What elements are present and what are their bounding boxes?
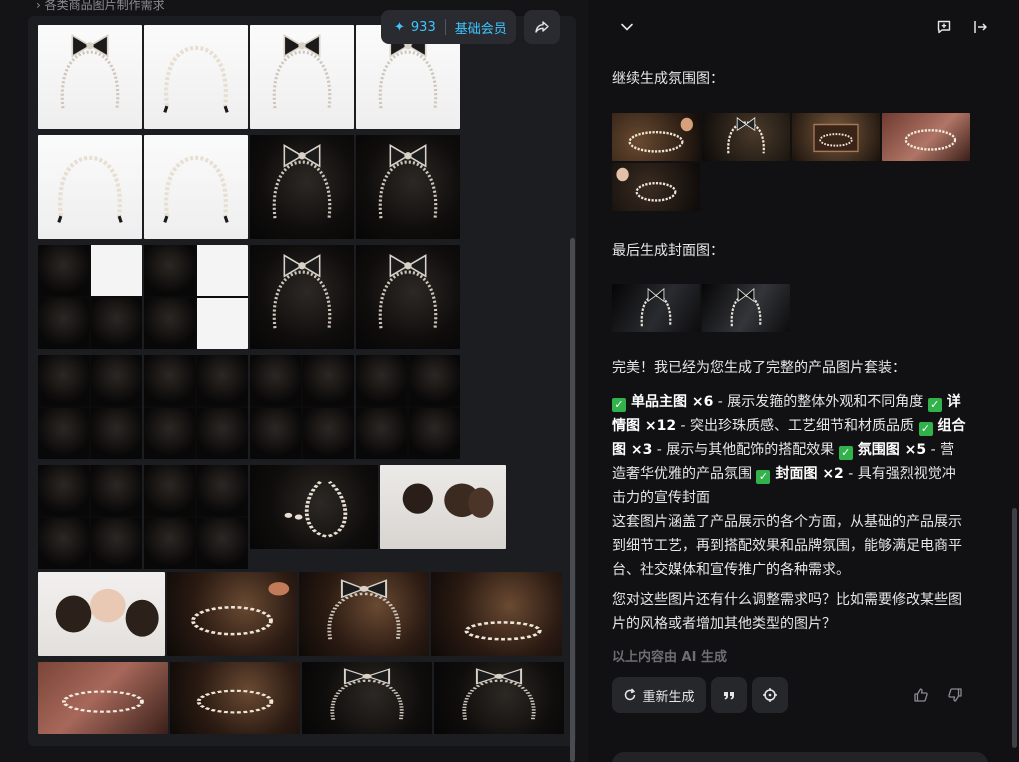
gallery-image[interactable]: [144, 135, 248, 239]
cover-image[interactable]: [702, 284, 790, 332]
gallery-image[interactable]: [170, 662, 300, 734]
atmosphere-image[interactable]: [882, 113, 970, 161]
atmosphere-image[interactable]: [792, 113, 880, 161]
share-button[interactable]: [524, 10, 560, 44]
gallery-image[interactable]: [250, 355, 354, 459]
atmosphere-image[interactable]: [612, 163, 700, 211]
gallery-scrollbar[interactable]: [570, 238, 575, 762]
gallery-image[interactable]: [250, 245, 354, 349]
gallery-image[interactable]: [431, 572, 562, 656]
gallery-image[interactable]: [38, 572, 165, 656]
check-icon: ✓: [918, 422, 933, 436]
divider: [444, 19, 446, 35]
gallery-panel: › 各类商品图片制作需求 ✦ 933 基础会员: [0, 0, 588, 762]
breadcrumb[interactable]: › 各类商品图片制作需求: [36, 0, 165, 13]
summary-list: ✓ 单品主图 ×6 - 展示发箍的整体外观和不同角度 ✓ 详情图 ×12 - 突出珍…: [612, 390, 968, 510]
gallery-row: [38, 355, 460, 459]
gallery-image[interactable]: [38, 135, 142, 239]
summary-item: ✓ 单品主图 ×6 - 展示发箍的整体外观和不同角度: [612, 394, 928, 412]
dislike-button[interactable]: [946, 686, 964, 704]
chat-panel: 继续生成氛围图： 最后生成封面图： 完美！我已经为您生成了完整的产品图片套装： …: [588, 0, 1019, 762]
atmosphere-title: 继续生成氛围图：: [612, 71, 724, 87]
atmosphere-image[interactable]: [702, 113, 790, 161]
sparkle-icon: ✦: [394, 19, 405, 35]
check-icon: ✓: [838, 446, 853, 460]
gallery-image[interactable]: [356, 245, 460, 349]
membership-tier: 基础会员: [454, 21, 507, 37]
chat-scrollbar[interactable]: [1012, 508, 1017, 748]
check-icon: ✓: [756, 470, 771, 484]
gallery-image[interactable]: [356, 135, 460, 239]
thumbs-down-icon: [948, 688, 962, 702]
image-gallery: [28, 16, 576, 746]
exit-button[interactable]: [969, 16, 991, 38]
question-paragraph: 您对这些图片还有什么调整需求吗？比如需要修改某些图片的风格或者增加其他类型的图片…: [612, 592, 962, 632]
share-icon: [535, 21, 549, 33]
cover-images: [612, 284, 790, 332]
chevron-down-icon: [621, 23, 633, 31]
gallery-image[interactable]: [434, 662, 564, 734]
thumbs-up-icon: [914, 688, 928, 702]
quote-button[interactable]: [711, 677, 747, 713]
gallery-image[interactable]: [144, 25, 248, 129]
gallery-image[interactable]: [38, 465, 142, 569]
regenerate-label: 重新生成: [642, 689, 695, 705]
credit-count: 933: [410, 19, 436, 35]
cover-image[interactable]: [612, 284, 700, 332]
new-chat-button[interactable]: [933, 16, 955, 38]
gallery-image[interactable]: [356, 355, 460, 459]
collapse-button[interactable]: [616, 16, 638, 38]
gallery-image[interactable]: [38, 662, 168, 734]
gallery-row: [38, 465, 506, 569]
gallery-image[interactable]: [250, 465, 378, 549]
like-button[interactable]: [912, 686, 930, 704]
atmosphere-images: [612, 113, 974, 211]
coverage-paragraph: 这套图片涵盖了产品展示的各个方面，从基础的产品展示到细节工艺，再到搭配效果和品牌…: [612, 514, 962, 578]
gallery-row: [38, 572, 562, 656]
gallery-row: [38, 662, 564, 734]
gallery-image[interactable]: [38, 25, 142, 129]
exit-icon: [974, 21, 987, 33]
gallery-image[interactable]: [167, 572, 297, 656]
check-icon: ✓: [927, 398, 942, 412]
gallery-image[interactable]: [302, 662, 432, 734]
gallery-row: [38, 245, 460, 349]
gallery-image[interactable]: [299, 572, 429, 656]
crosshair-icon: [763, 688, 777, 702]
gallery-image[interactable]: [144, 465, 248, 569]
credits-badge[interactable]: ✦ 933 基础会员: [381, 10, 516, 44]
gallery-image[interactable]: [250, 25, 354, 129]
gallery-image[interactable]: [380, 465, 506, 549]
chat-input-box[interactable]: [612, 752, 988, 762]
gallery-image[interactable]: [250, 135, 354, 239]
message-actions: 重新生成: [612, 677, 788, 713]
cover-title: 最后生成封面图：: [612, 243, 724, 259]
gallery-image[interactable]: [38, 355, 142, 459]
refresh-icon: [625, 688, 636, 701]
summary-intro: 完美！我已经为您生成了完整的产品图片套装：: [612, 360, 906, 376]
gallery-image[interactable]: [144, 355, 248, 459]
atmosphere-image[interactable]: [612, 113, 700, 161]
gallery-row: [38, 135, 460, 239]
regenerate-button[interactable]: 重新生成: [612, 677, 706, 713]
check-icon: ✓: [612, 398, 626, 412]
ai-generated-note: 以上内容由 AI 生成: [612, 650, 727, 665]
chat-plus-icon: [937, 20, 951, 34]
quote-icon: [724, 692, 734, 700]
locate-button[interactable]: [752, 677, 788, 713]
gallery-image[interactable]: [144, 245, 248, 349]
gallery-image[interactable]: [38, 245, 142, 349]
